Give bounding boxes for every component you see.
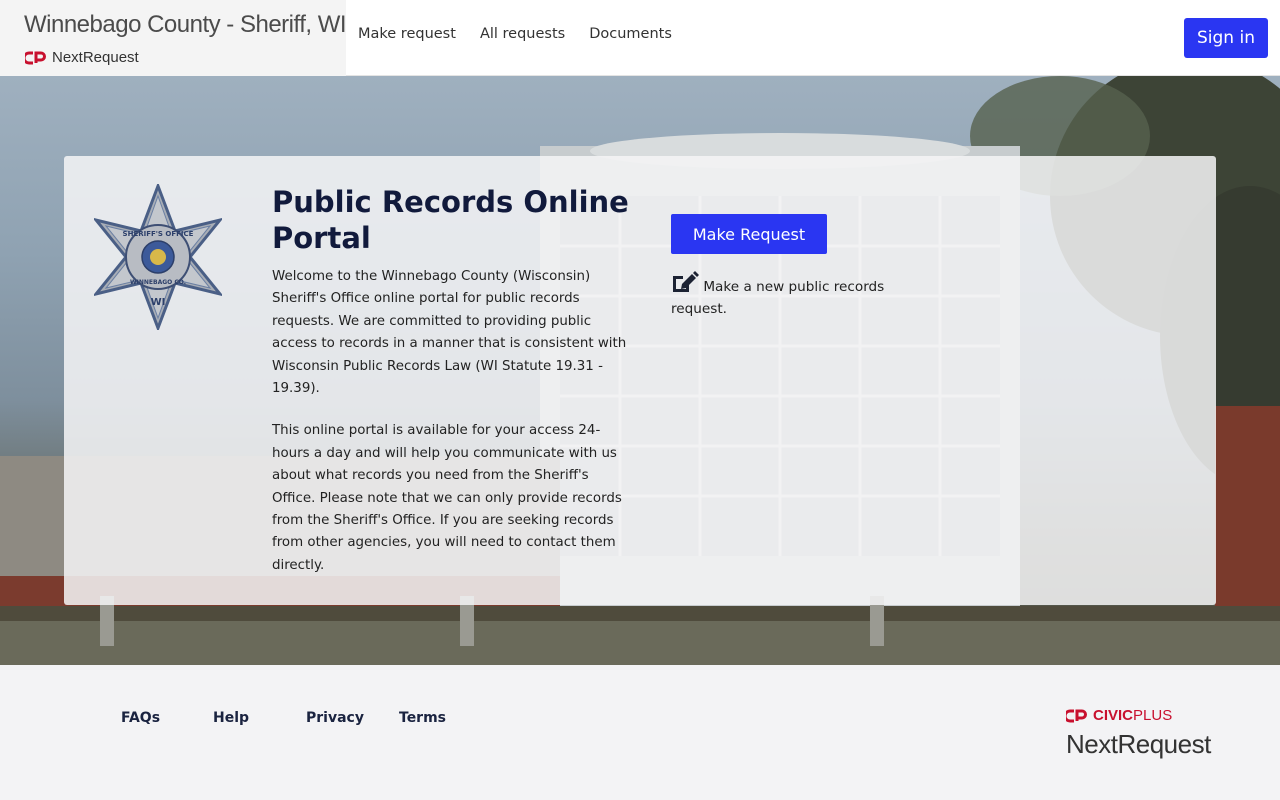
nav-make-request[interactable]: Make request bbox=[358, 26, 456, 42]
footer-link-help[interactable]: Help bbox=[213, 710, 249, 726]
badge-bottom-text: WINNEBAGO CO. bbox=[130, 279, 186, 286]
civicplus-logo[interactable]: CIVICPLUS bbox=[1066, 707, 1172, 724]
sign-in-button[interactable]: Sign in bbox=[1184, 18, 1268, 58]
civic-part2: PLUS bbox=[1133, 707, 1173, 724]
badge-top-text: SHERIFF'S OFFICE bbox=[123, 230, 194, 238]
make-request-button[interactable]: Make Request bbox=[671, 214, 827, 254]
footer: FAQs Help Privacy Terms CIVICPLUS NextRe… bbox=[0, 665, 1280, 800]
civicplus-logo-icon bbox=[25, 51, 46, 64]
civicplus-wordmark: CIVICPLUS bbox=[1093, 707, 1172, 724]
footer-link-privacy[interactable]: Privacy bbox=[306, 710, 364, 726]
civic-part1: CIVIC bbox=[1093, 707, 1134, 724]
footer-link-terms[interactable]: Terms bbox=[399, 710, 446, 726]
intro-text: Welcome to the Winnebago County (Wiscons… bbox=[272, 266, 628, 597]
top-navbar: Winnebago County - Sheriff, WI NextReque… bbox=[0, 0, 1280, 76]
nav-documents[interactable]: Documents bbox=[589, 26, 672, 42]
edit-icon bbox=[673, 271, 699, 292]
make-request-description: Make a new public records request. bbox=[671, 270, 911, 320]
badge-state-text: WI bbox=[151, 297, 166, 308]
hero-banner: SHERIFF'S OFFICE WINNEBAGO CO. WI Public… bbox=[0, 76, 1280, 665]
intro-paragraph: This online portal is available for your… bbox=[272, 423, 622, 573]
portal-title: Public Records Online Portal bbox=[272, 185, 629, 255]
brand-block[interactable]: Winnebago County - Sheriff, WI NextReque… bbox=[0, 0, 347, 76]
make-request-desc-text: Make a new public records request. bbox=[671, 279, 885, 317]
nextrequest-brand: NextRequest bbox=[25, 49, 139, 66]
brand-sub-label: NextRequest bbox=[52, 49, 139, 66]
nav-all-requests[interactable]: All requests bbox=[480, 26, 565, 42]
intro-card: SHERIFF'S OFFICE WINNEBAGO CO. WI Public… bbox=[64, 156, 1216, 605]
agency-title[interactable]: Winnebago County - Sheriff, WI bbox=[24, 11, 347, 39]
sheriff-star-badge: SHERIFF'S OFFICE WINNEBAGO CO. WI bbox=[94, 184, 222, 330]
main-nav: Make request All requests Documents bbox=[358, 26, 696, 42]
footer-link-faqs[interactable]: FAQs bbox=[121, 710, 160, 726]
intro-paragraph: Welcome to the Winnebago County (Wiscons… bbox=[272, 269, 627, 397]
civicplus-logo-icon bbox=[1066, 709, 1087, 722]
nextrequest-wordmark: NextRequest bbox=[1066, 729, 1211, 759]
